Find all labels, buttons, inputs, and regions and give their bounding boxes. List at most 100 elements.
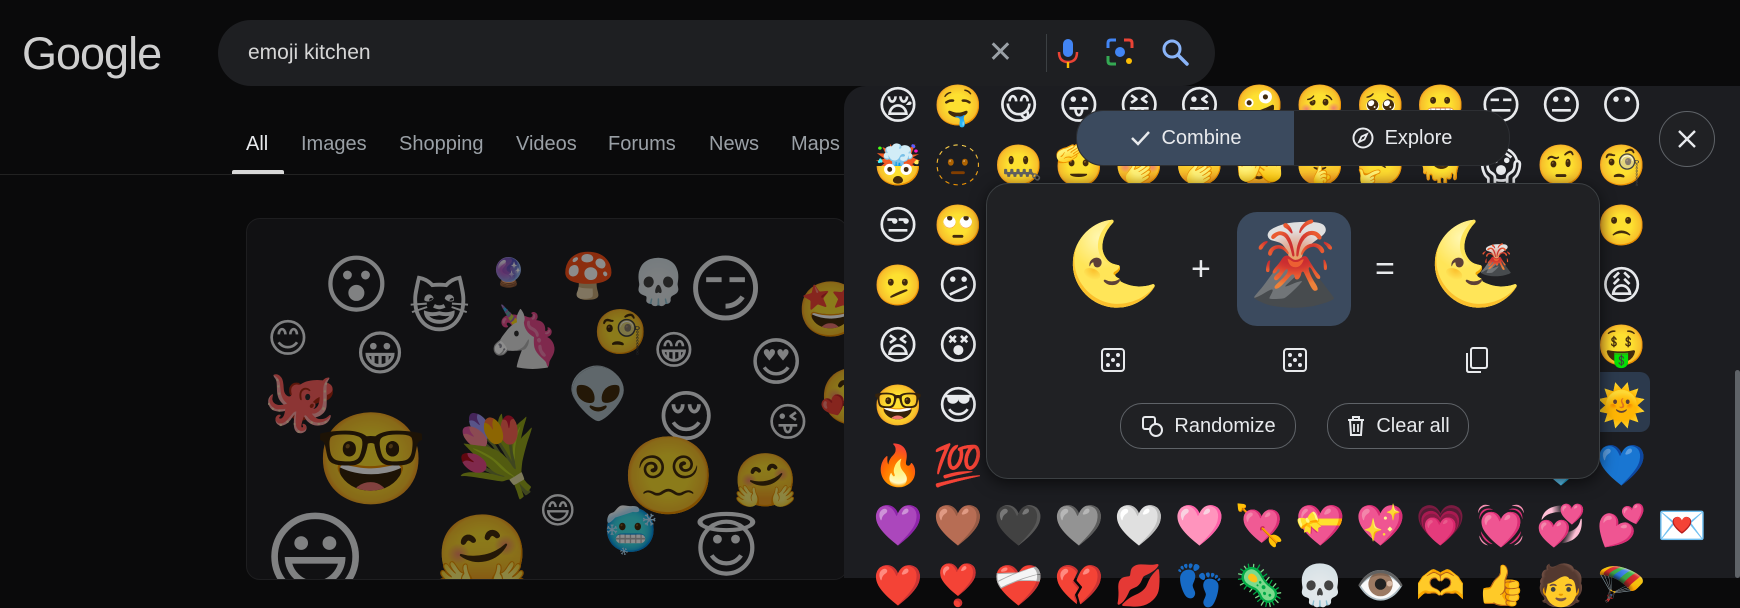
- emoji-grid-item[interactable]: 🤓: [868, 386, 928, 426]
- compass-icon: [1352, 127, 1374, 149]
- emoji-grid-item[interactable]: 👣: [1170, 566, 1230, 606]
- randomize-label: Randomize: [1174, 414, 1276, 437]
- emoji-sticker: 💀: [631, 258, 686, 307]
- emoji-grid-item[interactable]: 💌: [1652, 506, 1712, 546]
- emoji-grid-item[interactable]: 🙄: [928, 206, 988, 246]
- right-emoji-slot[interactable]: 🌋: [1237, 212, 1351, 326]
- emoji-grid-item[interactable]: 💯: [928, 446, 988, 486]
- tab-forums[interactable]: Forums: [608, 133, 676, 156]
- tab-shopping[interactable]: Shopping: [399, 133, 484, 156]
- emoji-grid-item[interactable]: 😩: [1592, 266, 1652, 306]
- emoji-grid-item[interactable]: 🤐: [989, 146, 1049, 186]
- lens-icon[interactable]: [1105, 37, 1135, 72]
- emoji-grid-item[interactable]: 💀: [1290, 566, 1350, 606]
- emoji-grid-item[interactable]: 🪂: [1592, 566, 1652, 606]
- tab-explore[interactable]: Explore: [1294, 111, 1509, 165]
- emoji-grid-item[interactable]: ❣️: [928, 566, 988, 606]
- emoji-grid-item[interactable]: 💕: [1592, 506, 1652, 546]
- emoji-sticker: 🔮: [491, 257, 526, 288]
- emoji-grid-item[interactable]: 💔: [1049, 566, 1109, 606]
- equals-sign: =: [1375, 250, 1395, 288]
- randomize-button[interactable]: Randomize: [1120, 403, 1296, 449]
- emoji-grid-item[interactable]: 🤨: [1531, 146, 1591, 186]
- tab-all[interactable]: All: [246, 133, 268, 156]
- search-bar[interactable]: emoji kitchen ✕: [218, 20, 1215, 86]
- emoji-grid-item[interactable]: 😶: [1592, 86, 1652, 126]
- check-icon: [1131, 131, 1151, 146]
- emoji-grid-item[interactable]: 🧐: [1592, 146, 1652, 186]
- emoji-grid-item[interactable]: 😒: [868, 206, 928, 246]
- emoji-grid-item[interactable]: 🤍: [1109, 506, 1169, 546]
- emoji-grid-item[interactable]: 😪: [868, 86, 928, 126]
- right-emoji: 🌋: [1244, 219, 1344, 308]
- scrollbar[interactable]: [1735, 370, 1740, 578]
- emoji-sticker: 👽: [567, 366, 630, 422]
- emoji-sticker: 😀: [355, 328, 406, 381]
- emoji-sticker: 🤗: [435, 512, 530, 580]
- emoji-grid-item[interactable]: 💋: [1109, 566, 1169, 606]
- emoji-grid-item[interactable]: 😐: [1531, 86, 1591, 126]
- dice-icon[interactable]: [1282, 347, 1308, 373]
- emoji-grid-item[interactable]: 🔥: [868, 446, 928, 486]
- mode-toggle: Combine Explore: [1076, 110, 1510, 166]
- close-button[interactable]: [1659, 111, 1715, 167]
- emoji-kitchen-result-card[interactable]: 😮 😺 🍄 💀 😏 🔮 😊 🤩 🐙 😀 🦄 🧐 😁 😍 👽 🥰 😜 🤓 💐 😌 …: [246, 218, 848, 580]
- emoji-grid-item[interactable]: 😎: [928, 386, 988, 426]
- tab-maps[interactable]: Maps: [791, 133, 840, 156]
- result-emoji[interactable]: 🌜: [1419, 224, 1533, 304]
- shapes-icon: [1142, 416, 1164, 437]
- emoji-grid-item[interactable]: 🩶: [1049, 506, 1109, 546]
- emoji-grid-item[interactable]: 💖: [1350, 506, 1410, 546]
- emoji-grid-item[interactable]: 🖤: [989, 506, 1049, 546]
- emoji-grid-item[interactable]: 😫: [868, 326, 928, 366]
- emoji-grid-item[interactable]: 💓: [1471, 506, 1531, 546]
- emoji-grid-item[interactable]: 💜: [868, 506, 928, 546]
- mic-icon[interactable]: [1056, 37, 1080, 74]
- emoji-grid-item[interactable]: 🩷: [1170, 506, 1230, 546]
- close-icon[interactable]: ✕: [988, 35, 1013, 70]
- emoji-grid-item[interactable]: 🫤: [868, 266, 928, 306]
- search-icon[interactable]: [1160, 37, 1190, 72]
- emoji-sticker: 😵‍💫: [621, 434, 716, 519]
- emoji-sticker: 😇: [693, 513, 760, 580]
- emoji-grid-item[interactable]: 🌞: [1592, 386, 1652, 426]
- emoji-grid-item[interactable]: 💘: [1230, 506, 1290, 546]
- emoji-grid-item[interactable]: 🤯: [868, 146, 928, 186]
- emoji-grid-item[interactable]: ❤️‍🩹: [989, 566, 1049, 606]
- dice-icon[interactable]: [1100, 347, 1126, 373]
- emoji-grid-item[interactable]: 💗: [1411, 506, 1471, 546]
- emoji-grid-item[interactable]: 😵: [928, 326, 988, 366]
- tab-combine[interactable]: Combine: [1077, 111, 1294, 165]
- search-input[interactable]: emoji kitchen: [248, 41, 371, 65]
- emoji-grid-item[interactable]: 😕: [928, 266, 988, 306]
- emoji-grid-item[interactable]: 🤑: [1592, 326, 1652, 366]
- copy-icon[interactable]: [1463, 346, 1489, 374]
- tab-videos[interactable]: Videos: [516, 133, 577, 156]
- emoji-grid-item[interactable]: 🦠: [1230, 566, 1290, 606]
- emoji-grid-item[interactable]: 😋: [989, 86, 1049, 126]
- combine-label: Combine: [1161, 126, 1242, 149]
- emoji-sticker: 😁: [653, 329, 695, 373]
- emoji-grid-item[interactable]: 🤎: [928, 506, 988, 546]
- emoji-grid-item[interactable]: 💝: [1290, 506, 1350, 546]
- emoji-sticker: 😃: [263, 503, 368, 580]
- emoji-grid-item[interactable]: 🙁: [1592, 206, 1652, 246]
- emoji-grid-item[interactable]: 🫶: [1411, 566, 1471, 606]
- clear-all-button[interactable]: Clear all: [1327, 403, 1469, 449]
- divider: [1046, 34, 1047, 72]
- emoji-sticker: 😏: [687, 248, 765, 331]
- google-logo[interactable]: Google: [22, 28, 162, 80]
- emoji-grid-item[interactable]: 👁️: [1350, 566, 1410, 606]
- emoji-grid-item[interactable]: 🧑: [1531, 566, 1591, 606]
- emoji-grid-item[interactable]: 🤤: [928, 86, 988, 126]
- emoji-grid-item[interactable]: 🫥: [928, 146, 988, 186]
- emoji-grid-item[interactable]: 👍: [1471, 566, 1531, 606]
- emoji-grid-item[interactable]: 💙: [1592, 446, 1652, 486]
- tab-images[interactable]: Images: [301, 133, 367, 156]
- emoji-grid-item[interactable]: ❤️: [868, 566, 928, 606]
- emoji-sticker: 💐: [449, 414, 544, 499]
- left-emoji-slot[interactable]: 🌜: [1057, 224, 1171, 304]
- plus-sign: +: [1191, 250, 1211, 288]
- emoji-grid-item[interactable]: 💞: [1531, 506, 1591, 546]
- tab-news[interactable]: News: [709, 133, 759, 156]
